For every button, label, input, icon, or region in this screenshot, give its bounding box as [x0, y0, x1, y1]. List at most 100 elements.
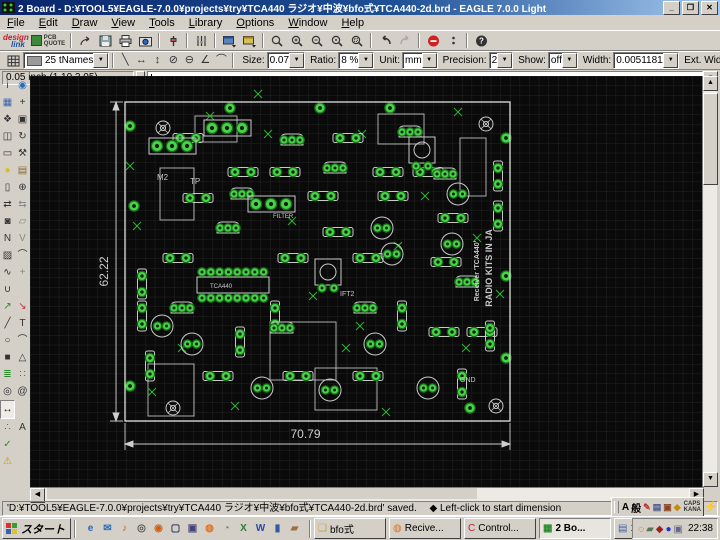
browser-icon[interactable]: ◔: [219, 521, 234, 536]
dim-parallel-icon[interactable]: ╲: [117, 53, 133, 69]
autoroute-tool[interactable]: A: [15, 419, 30, 436]
hole-tool[interactable]: ◎: [0, 383, 15, 400]
show-combobox[interactable]: off ▼: [547, 52, 578, 69]
dim-radius-icon[interactable]: ⊘: [165, 53, 181, 69]
vertical-scroll-thumb[interactable]: [703, 93, 718, 185]
scroll-up-icon[interactable]: ▲: [703, 76, 718, 91]
ripup-tool[interactable]: ↘: [15, 298, 30, 315]
size-dropdown-icon[interactable]: ▼: [289, 53, 305, 68]
errors-tool[interactable]: ⚠: [0, 453, 15, 470]
ime-brush-icon[interactable]: ✎: [643, 502, 651, 512]
messenger-icon[interactable]: ●: [665, 524, 671, 535]
ime-dict-icon[interactable]: ▣: [663, 502, 672, 512]
grid-button[interactable]: [3, 53, 23, 69]
drc-tool[interactable]: ✓: [0, 436, 15, 453]
my-computer-icon[interactable]: ▣: [185, 521, 200, 536]
app-folder-icon[interactable]: ▰: [287, 521, 302, 536]
display-layers-tool[interactable]: ▦: [0, 94, 15, 111]
menu-draw[interactable]: Draw: [65, 16, 105, 30]
unit-combobox[interactable]: mm ▼: [401, 52, 438, 69]
miter-tool[interactable]: ⌒: [15, 247, 30, 264]
save-icon[interactable]: [95, 33, 115, 49]
menu-help[interactable]: Help: [334, 16, 371, 30]
arc-tool[interactable]: ⌒: [15, 332, 30, 349]
smash-tool[interactable]: ▨: [0, 247, 15, 264]
redo-icon[interactable]: [395, 33, 415, 49]
layer-dropdown-icon[interactable]: ▼: [93, 53, 109, 68]
width-dropdown-icon[interactable]: ▼: [663, 53, 679, 68]
ime-tools-icon[interactable]: ◆: [674, 502, 681, 512]
horizontal-scrollbar[interactable]: ◀ ▶: [30, 487, 704, 503]
text-tool[interactable]: T: [15, 315, 30, 332]
ime-status-icon[interactable]: ▣: [674, 524, 683, 535]
display-settings-icon[interactable]: [191, 33, 211, 49]
ime-input-mode[interactable]: A: [622, 502, 629, 513]
size-combobox[interactable]: 0.07 ▼: [266, 52, 306, 69]
run-script-icon[interactable]: [163, 33, 183, 49]
optimize-tool[interactable]: +: [15, 264, 30, 281]
device-icon[interactable]: ▰: [646, 524, 654, 535]
meander-tool[interactable]: ∪: [0, 281, 15, 298]
split-tool[interactable]: ∿: [0, 264, 15, 281]
ime-conversion-mode[interactable]: 般: [631, 500, 641, 515]
ime-pad-icon[interactable]: ▤: [653, 502, 662, 512]
lock-tool[interactable]: ◙: [0, 213, 15, 230]
add-part-tool[interactable]: ⊕: [15, 179, 30, 196]
pinswap-tool[interactable]: ⇄: [0, 196, 15, 213]
minimize-button[interactable]: _: [663, 0, 680, 15]
ime-grip[interactable]: [613, 501, 619, 513]
mail-icon[interactable]: ✉: [100, 521, 115, 536]
value-tool[interactable]: V: [15, 230, 30, 247]
ratio-dropdown-icon[interactable]: ▼: [358, 53, 374, 68]
app-blue-icon[interactable]: ▮: [270, 521, 285, 536]
paste-tool[interactable]: ▤: [15, 162, 30, 179]
group-tool[interactable]: ▭: [0, 145, 15, 162]
stop-icon[interactable]: [423, 33, 443, 49]
taskbar-button-control-[interactable]: C Control...: [464, 518, 536, 539]
zoom-in-icon[interactable]: [287, 33, 307, 49]
move-tool[interactable]: ❖: [0, 111, 15, 128]
menu-tools[interactable]: Tools: [142, 16, 182, 30]
word-icon[interactable]: W: [253, 521, 268, 536]
cut-tool[interactable]: ●: [0, 162, 15, 179]
scroll-down-icon[interactable]: ▼: [703, 472, 718, 487]
gateswap-tool[interactable]: ⇆: [15, 196, 30, 213]
menu-window[interactable]: Window: [281, 16, 334, 30]
media-icon[interactable]: ♪: [117, 521, 132, 536]
dim-leader-icon[interactable]: ⌒: [213, 53, 229, 69]
excel-icon[interactable]: X: [236, 521, 251, 536]
copy-tool[interactable]: ▣: [15, 111, 30, 128]
dim-horizontal-icon[interactable]: ↔: [133, 53, 149, 69]
name-tool[interactable]: N: [0, 230, 15, 247]
mirror-tool[interactable]: ◫: [0, 128, 15, 145]
zoom-fit-icon[interactable]: [267, 33, 287, 49]
board-window-icon[interactable]: [219, 33, 239, 49]
pcb-quote-button[interactable]: PCB QUOTE: [30, 35, 65, 47]
zoom-out-icon[interactable]: [307, 33, 327, 49]
route-tool[interactable]: ↗: [0, 298, 15, 315]
taskbar-button-bfo-[interactable]: ❑ bfo式: [314, 518, 386, 539]
precision-combobox[interactable]: 2 ▼: [488, 52, 514, 69]
info-tool[interactable]: i: [0, 77, 15, 94]
help-icon[interactable]: ?: [471, 33, 491, 49]
antivirus-shield-icon[interactable]: ◆: [656, 524, 664, 535]
sheet-window-icon[interactable]: [239, 33, 259, 49]
wire-tool[interactable]: ╱: [0, 315, 15, 332]
search-icon[interactable]: ◎: [134, 521, 149, 536]
show-desktop-icon[interactable]: ▢: [168, 521, 183, 536]
replace-tool[interactable]: ▱: [15, 213, 30, 230]
mark-tool[interactable]: +: [15, 94, 30, 111]
circle-tool[interactable]: ○: [0, 332, 15, 349]
wmp-icon[interactable]: ◉: [151, 521, 166, 536]
dim-diameter-icon[interactable]: ⊖: [181, 53, 197, 69]
taskbar-button-2-bo-[interactable]: ▦ 2 Bo...: [539, 518, 611, 539]
print-icon[interactable]: [115, 33, 135, 49]
menu-file[interactable]: File: [0, 16, 32, 30]
ratio-combobox[interactable]: 8 % ▼: [338, 52, 375, 69]
signal-tool[interactable]: ∷: [15, 366, 30, 383]
dim-angle-icon[interactable]: ∠: [197, 53, 213, 69]
menu-options[interactable]: Options: [229, 16, 281, 30]
cam-processor-icon[interactable]: [135, 33, 155, 49]
zoom-select-icon[interactable]: [347, 33, 367, 49]
design-link-logo[interactable]: design link: [3, 33, 29, 48]
